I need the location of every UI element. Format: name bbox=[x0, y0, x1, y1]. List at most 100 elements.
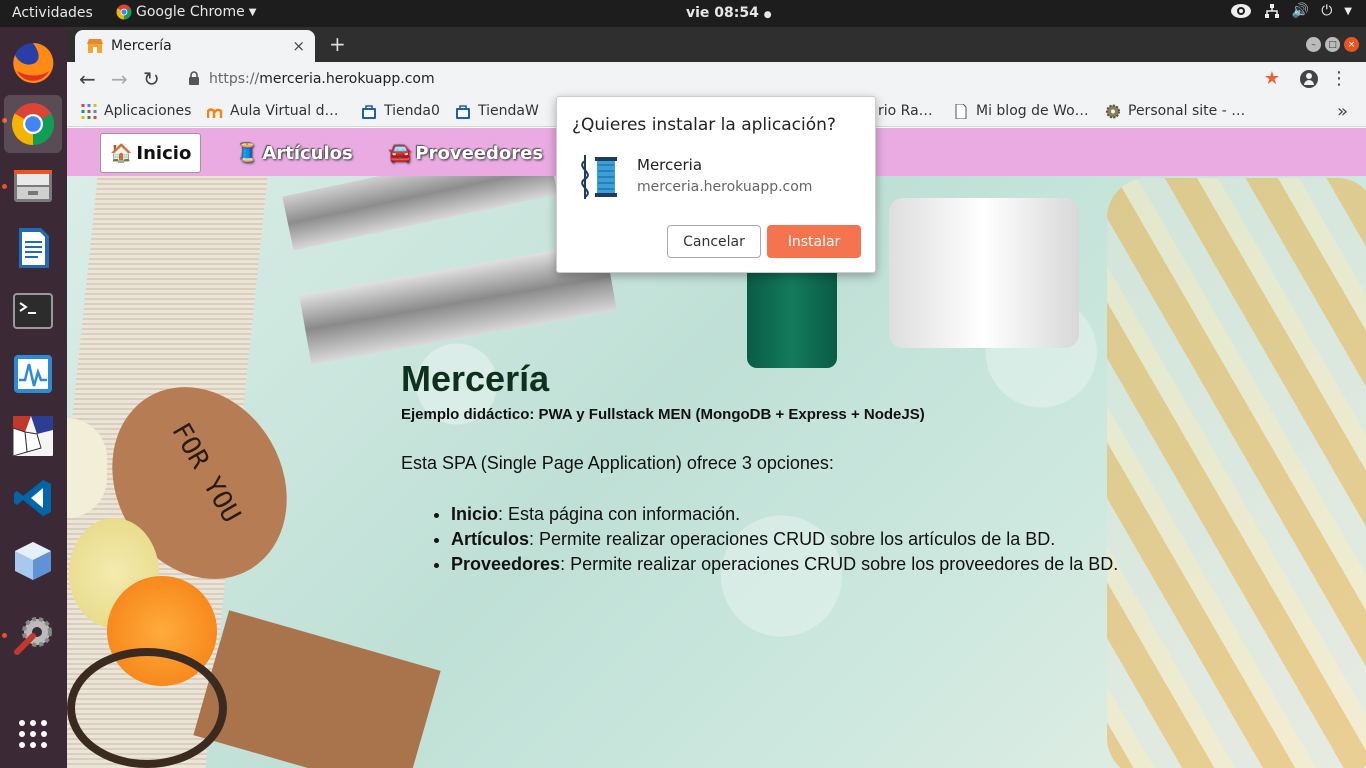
settings-icon bbox=[14, 617, 52, 655]
gear-icon bbox=[1106, 104, 1120, 118]
network-icon[interactable] bbox=[1264, 3, 1280, 19]
nav-articulos[interactable]: 🧵 Artículos bbox=[227, 133, 362, 173]
thread-needle-icon bbox=[581, 155, 617, 199]
house-icon: 🏠 bbox=[110, 142, 133, 164]
chrome-small-icon bbox=[116, 4, 132, 20]
browser-toolbar: ← → ↻ https://merceria.herokuapp.com ★ ⋮ bbox=[67, 62, 1366, 97]
install-app-dialog: ¿Quieres instalar la aplicación? Merceri… bbox=[556, 96, 876, 273]
bookmark-aula-virtual[interactable]: Aula Virtual d… bbox=[207, 103, 338, 119]
bookmark-label: Tienda0 bbox=[384, 103, 440, 119]
app-menu[interactable]: Google Chrome ▼ bbox=[116, 4, 256, 20]
close-tab-icon[interactable]: × bbox=[292, 37, 305, 55]
virtualbox-icon bbox=[15, 542, 51, 580]
page-icon bbox=[955, 103, 967, 119]
bookmark-partial[interactable]: rio Ra… bbox=[878, 103, 933, 119]
option-term: Inicio bbox=[451, 504, 499, 524]
clock[interactable]: vie 08:54 ● bbox=[686, 5, 772, 21]
tag-decoration bbox=[193, 610, 441, 768]
nav-proveedores[interactable]: 🚘 Proveedores bbox=[380, 133, 552, 173]
page-subtitle: Ejemplo didáctico: PWA y Fullstack MEN (… bbox=[401, 406, 925, 423]
car-icon: 🚘 bbox=[389, 142, 412, 164]
bookmark-label: TiendaW bbox=[478, 103, 539, 119]
app-url: merceria.herokuapp.com bbox=[637, 179, 813, 195]
system-top-bar: Actividades Google Chrome ▼ vie 08:54 ● … bbox=[0, 0, 1366, 27]
install-button[interactable]: Instalar bbox=[767, 225, 861, 258]
dock-vscode[interactable] bbox=[4, 469, 62, 527]
new-tab-button[interactable]: + bbox=[329, 32, 346, 56]
app-menu-label: Google Chrome bbox=[136, 4, 245, 20]
bookmark-apps[interactable]: Aplicaciones bbox=[81, 103, 191, 119]
minimize-icon[interactable]: – bbox=[1306, 37, 1321, 52]
thread-spool-icon: 🧵 bbox=[236, 142, 259, 164]
dock-terminal[interactable] bbox=[4, 282, 62, 340]
firefox-icon bbox=[13, 42, 54, 83]
show-apps-icon bbox=[19, 720, 47, 748]
tab-merceria[interactable]: Mercería × bbox=[75, 30, 315, 62]
url-host: merceria.herokuapp.com bbox=[259, 71, 435, 87]
bookmark-label: rio Ra… bbox=[878, 103, 933, 119]
option-desc: : Esta página con información. bbox=[498, 504, 741, 524]
drawing-app-icon bbox=[12, 416, 53, 457]
more-bookmarks-icon[interactable]: » bbox=[1337, 101, 1348, 122]
bookmark-tiendaw[interactable]: TiendaW bbox=[455, 103, 539, 119]
lock-icon[interactable] bbox=[188, 71, 200, 85]
close-window-icon[interactable]: × bbox=[1344, 37, 1359, 52]
menu-kebab-icon[interactable]: ⋮ bbox=[1330, 68, 1348, 89]
power-icon[interactable]: ⏻ bbox=[1321, 3, 1332, 19]
option-desc: : Permite realizar operaciones CRUD sobr… bbox=[560, 554, 1119, 574]
intro-text: Esta SPA (Single Page Application) ofrec… bbox=[401, 453, 834, 473]
page-title: Mercería bbox=[401, 358, 550, 399]
dock-drawing-app[interactable] bbox=[4, 407, 62, 465]
dock-chrome[interactable] bbox=[4, 95, 62, 153]
nav-inicio[interactable]: 🏠 Inicio bbox=[100, 133, 202, 173]
writer-icon bbox=[19, 228, 49, 268]
app-name: Merceria bbox=[637, 156, 703, 174]
apps-grid-icon bbox=[81, 103, 97, 119]
dock-show-apps[interactable] bbox=[4, 705, 62, 763]
option-desc: : Permite realizar operaciones CRUD sobr… bbox=[529, 529, 1056, 549]
bookmark-personal-site[interactable]: Personal site - … bbox=[1105, 103, 1245, 119]
files-icon bbox=[14, 170, 52, 202]
volume-icon[interactable]: 🔊 bbox=[1292, 3, 1309, 19]
reload-icon[interactable]: ↻ bbox=[143, 67, 160, 91]
bookmark-label: Aplicaciones bbox=[104, 103, 192, 119]
dock-files[interactable] bbox=[4, 157, 62, 215]
bookmark-blog[interactable]: Mi blog de Wo… bbox=[953, 103, 1089, 119]
shopping-bag-icon bbox=[456, 104, 470, 119]
bookmark-tienda0[interactable]: Tienda0 bbox=[361, 103, 440, 119]
activities-button[interactable]: Actividades bbox=[12, 5, 93, 21]
chevron-down-icon: ▼ bbox=[248, 6, 257, 18]
bookmark-star-icon[interactable]: ★ bbox=[1264, 68, 1280, 89]
option-term: Artículos bbox=[451, 529, 530, 549]
nav-label: Artículos bbox=[262, 142, 353, 164]
forward-icon[interactable]: → bbox=[111, 67, 128, 91]
list-item: Artículos: Permite realizar operaciones … bbox=[451, 527, 1161, 552]
options-list: Inicio: Esta página con información. Art… bbox=[401, 502, 1161, 577]
nav-label: Proveedores bbox=[415, 142, 544, 164]
address-bar[interactable]: https://merceria.herokuapp.com bbox=[209, 71, 435, 87]
dialog-title: ¿Quieres instalar la aplicación? bbox=[572, 115, 836, 135]
nav-label: Inicio bbox=[136, 142, 192, 164]
cancel-button[interactable]: Cancelar bbox=[667, 225, 761, 258]
shop-favicon-icon bbox=[87, 39, 103, 53]
tab-title: Mercería bbox=[111, 38, 172, 54]
chrome-icon bbox=[11, 103, 55, 145]
system-tray[interactable]: 🔊 ⏻ ▼ bbox=[1230, 3, 1352, 19]
dock bbox=[0, 27, 67, 768]
dock-writer[interactable] bbox=[4, 219, 62, 277]
back-icon[interactable]: ← bbox=[79, 67, 96, 91]
account-icon[interactable] bbox=[1300, 70, 1318, 88]
system-monitor-icon bbox=[14, 355, 52, 393]
dock-settings[interactable] bbox=[4, 605, 62, 663]
main-content: Mercería Ejemplo didáctico: PWA y Fullst… bbox=[401, 358, 1161, 577]
list-item: Proveedores: Permite realizar operacione… bbox=[451, 552, 1161, 577]
maximize-icon[interactable]: □ bbox=[1325, 37, 1340, 52]
dock-firefox[interactable] bbox=[4, 34, 62, 92]
bookmark-label: Mi blog de Wo… bbox=[976, 103, 1089, 119]
tab-strip: Mercería × + – □ × bbox=[67, 27, 1366, 62]
dock-system-monitor[interactable] bbox=[4, 345, 62, 403]
eye-icon[interactable] bbox=[1230, 3, 1252, 19]
chevron-down-icon[interactable]: ▼ bbox=[1344, 6, 1352, 17]
url-scheme: https:// bbox=[209, 71, 260, 87]
dock-virtualbox[interactable] bbox=[4, 532, 62, 590]
